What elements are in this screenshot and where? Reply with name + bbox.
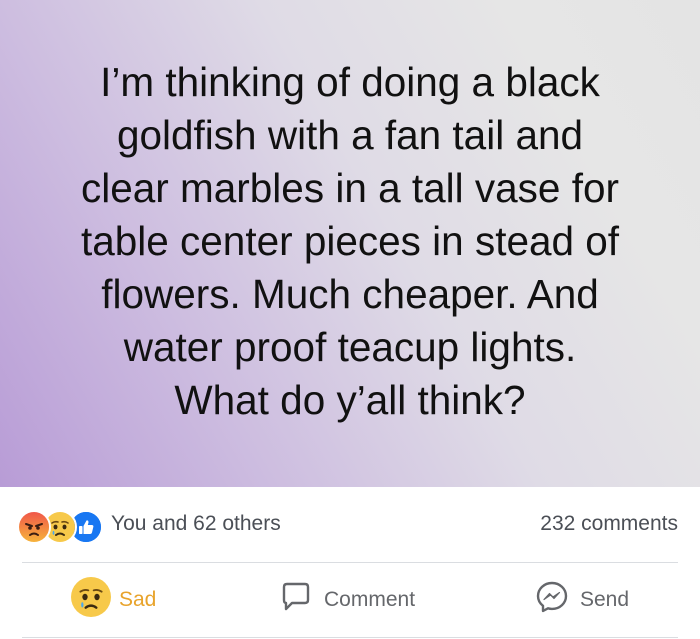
post-text-line: flowers. Much cheaper. And	[101, 271, 599, 317]
reaction-icons[interactable]	[17, 510, 107, 544]
messenger-icon	[534, 579, 570, 621]
post-text-line: water proof teacup lights.	[123, 324, 577, 370]
comment-button[interactable]: Comment	[278, 563, 415, 637]
post-text-line: What do y’all think?	[174, 377, 526, 423]
sad-reaction-button[interactable]: Sad	[71, 563, 156, 637]
divider	[22, 637, 678, 638]
post-text: I’m thinking of doing a black goldfish w…	[30, 56, 670, 427]
send-label: Send	[580, 588, 630, 611]
post-text-line: table center pieces in stead of	[80, 218, 620, 264]
angry-emoji-icon	[17, 510, 51, 544]
post-text-line: goldfish with a fan tail and	[116, 112, 584, 158]
reactions-summary[interactable]: You and 62 others	[111, 512, 281, 536]
comments-count[interactable]: 232 comments	[540, 512, 678, 536]
comment-label: Comment	[324, 588, 416, 611]
sad-emoji-icon	[71, 577, 111, 623]
sad-reaction-label: Sad	[119, 588, 157, 611]
send-button[interactable]: Send	[534, 563, 629, 637]
comment-bubble-icon	[278, 579, 314, 621]
post-text-line: I’m thinking of doing a black	[100, 59, 600, 105]
post-text-line: clear marbles in a tall vase for	[81, 165, 619, 211]
action-bar: Sad Comment Send	[0, 563, 700, 637]
